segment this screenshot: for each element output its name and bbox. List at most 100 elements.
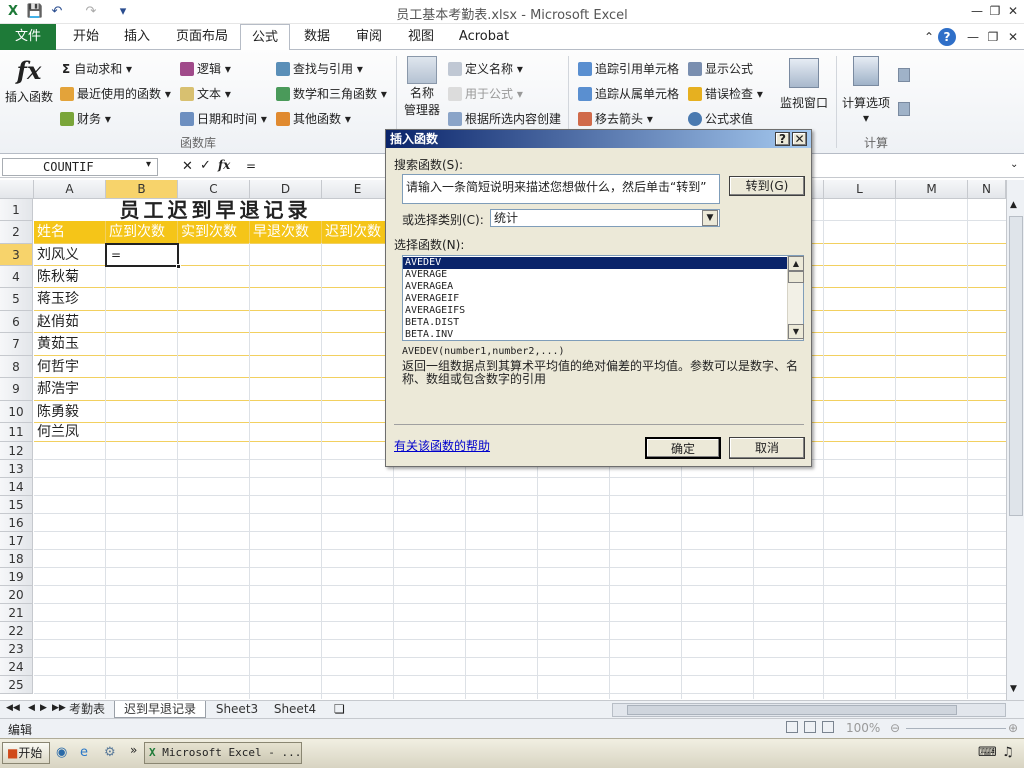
row-header[interactable]: 3 <box>0 244 33 266</box>
function-item[interactable]: BETA.INV <box>403 329 453 341</box>
header-cell[interactable]: 迟到次数 <box>322 221 394 243</box>
start-button[interactable]: ■开始 <box>2 742 50 764</box>
create-from-selection-button[interactable]: 根据所选内容创建 <box>448 110 561 127</box>
ribbon-collapse-icon[interactable]: ⌃ <box>920 29 938 45</box>
ok-button[interactable]: 确定 <box>645 437 721 459</box>
row-header[interactable]: 14 <box>0 478 33 496</box>
restore-icon[interactable]: ❐ <box>986 3 1004 19</box>
row-header[interactable]: 21 <box>0 604 33 622</box>
header-cell[interactable]: 实到次数 <box>178 221 250 243</box>
category-dropdown-icon[interactable]: ▼ <box>702 210 718 226</box>
zoom-slider[interactable] <box>906 728 1006 729</box>
scroll-up-icon[interactable]: ▲ <box>788 256 804 271</box>
row-header[interactable]: 19 <box>0 568 33 586</box>
expand-formula-bar-icon[interactable]: ⌄ <box>1010 159 1018 170</box>
name-cell[interactable]: 郝浩宇 <box>34 378 106 401</box>
row-header[interactable]: 9 <box>0 378 33 401</box>
sheet-tab-sheet3[interactable]: Sheet3 <box>210 701 264 718</box>
doc-restore-icon[interactable]: ❐ <box>984 29 1002 45</box>
header-cell[interactable]: 应到次数 <box>106 221 178 243</box>
scroll-thumb[interactable] <box>1009 216 1023 516</box>
row-header[interactable]: 25 <box>0 676 33 694</box>
insert-function-button[interactable]: fx 插入函数 <box>2 56 56 105</box>
active-cell-b3[interactable]: = <box>105 243 179 267</box>
zoom-in-icon[interactable]: ⊕ <box>1008 721 1018 735</box>
horizontal-scrollbar[interactable] <box>612 703 1006 717</box>
more-quicklaunch-icon[interactable]: » <box>130 743 137 757</box>
tab-insert[interactable]: 插入 <box>114 24 160 50</box>
financial-button[interactable]: 财务 ▾ <box>60 110 111 127</box>
name-cell[interactable]: 蒋玉珍 <box>34 288 106 311</box>
row-header[interactable]: 15 <box>0 496 33 514</box>
function-item[interactable]: AVERAGEA <box>403 281 453 293</box>
datetime-button[interactable]: 日期和时间 ▾ <box>180 110 267 127</box>
use-in-formula-button[interactable]: 用于公式 ▾ <box>448 85 523 102</box>
row-header[interactable]: 16 <box>0 514 33 532</box>
row-header[interactable]: 1 <box>0 199 33 221</box>
calculate-now-icon[interactable] <box>898 68 910 82</box>
fill-handle[interactable] <box>176 264 181 269</box>
calculation-options-button[interactable]: 计算选项 ▾ <box>840 56 892 125</box>
first-sheet-icon[interactable]: ◀◀ <box>6 703 20 713</box>
name-cell[interactable]: 刘风义 <box>34 244 106 266</box>
doc-minimize-icon[interactable]: — <box>964 29 982 45</box>
lookup-button[interactable]: 查找与引用 ▾ <box>276 60 363 77</box>
row-header[interactable]: 2 <box>0 221 33 244</box>
row-header[interactable]: 22 <box>0 622 33 640</box>
formula-input[interactable]: = <box>246 159 256 173</box>
trace-precedents-button[interactable]: 追踪引用单元格 <box>578 60 679 77</box>
name-manager-button[interactable]: 名称 管理器 <box>402 56 442 118</box>
fx-icon[interactable]: fx <box>218 158 230 172</box>
column-header-a[interactable]: A <box>34 180 106 199</box>
column-header-e[interactable]: E <box>322 180 394 199</box>
ie-browser-icon[interactable]: e <box>80 745 88 760</box>
sheet-tab-late-early[interactable]: 迟到早退记录 <box>114 701 206 718</box>
autosum-button[interactable]: Σ 自动求和 ▾ <box>62 60 132 77</box>
row-header[interactable]: 23 <box>0 640 33 658</box>
scroll-thumb[interactable] <box>788 271 804 283</box>
row-header[interactable]: 10 <box>0 401 33 423</box>
function-item-avedev[interactable]: AVEDEV <box>403 257 787 269</box>
row-header[interactable]: 4 <box>0 266 33 288</box>
media-player-icon[interactable]: ◉ <box>56 745 67 760</box>
keyboard-icon[interactable]: ⌨ <box>978 745 997 760</box>
row-header[interactable]: 6 <box>0 311 33 333</box>
speaker-icon[interactable]: ♫ <box>1002 745 1014 760</box>
column-header-c[interactable]: C <box>178 180 250 199</box>
tab-view[interactable]: 视图 <box>398 24 444 50</box>
tab-formulas[interactable]: 公式 <box>240 24 290 51</box>
scroll-up-icon[interactable]: ▲ <box>1010 200 1017 210</box>
help-icon[interactable]: ? <box>938 28 956 46</box>
tab-data[interactable]: 数据 <box>294 24 340 50</box>
tab-file[interactable]: 文件 <box>0 24 56 50</box>
function-item[interactable]: BETA.DIST <box>403 317 459 329</box>
function-help-link[interactable]: 有关该函数的帮助 <box>394 437 490 454</box>
scroll-down-icon[interactable]: ▼ <box>788 324 804 339</box>
tab-acrobat[interactable]: Acrobat <box>452 24 516 50</box>
vertical-scrollbar[interactable]: ▲ ▼ <box>1006 180 1024 700</box>
page-layout-view-icon[interactable] <box>804 721 816 733</box>
page-break-view-icon[interactable] <box>822 721 834 733</box>
scroll-thumb[interactable] <box>627 705 957 715</box>
calculate-sheet-icon[interactable] <box>898 102 910 116</box>
row-header[interactable]: 13 <box>0 460 33 478</box>
function-item[interactable]: AVERAGEIFS <box>403 305 465 317</box>
zoom-level[interactable]: 100% <box>846 721 880 735</box>
logical-button[interactable]: 逻辑 ▾ <box>180 60 231 77</box>
namebox-dropdown-icon[interactable]: ▾ <box>146 159 151 170</box>
sheet-title[interactable]: 员工迟到早退记录 <box>34 199 394 221</box>
column-header-n[interactable]: N <box>968 180 1006 199</box>
taskbar-excel-button[interactable]: X Microsoft Excel - ... <box>144 742 302 764</box>
doc-close-icon[interactable]: ✕ <box>1004 29 1022 45</box>
confirm-entry-icon[interactable]: ✓ <box>200 158 211 173</box>
dialog-close-icon[interactable]: ✕ <box>792 132 807 146</box>
trace-dependents-button[interactable]: 追踪从属单元格 <box>578 85 679 102</box>
name-box[interactable]: COUNTIF <box>2 158 158 176</box>
go-button[interactable]: 转到(G) <box>729 176 805 196</box>
insert-sheet-icon[interactable]: ❏ <box>334 702 345 716</box>
row-header[interactable]: 24 <box>0 658 33 676</box>
header-cell[interactable]: 早退次数 <box>250 221 322 243</box>
dialog-help-icon[interactable]: ? <box>775 132 790 146</box>
tab-page-layout[interactable]: 页面布局 <box>166 24 238 50</box>
define-name-button[interactable]: 定义名称 ▾ <box>448 60 523 77</box>
